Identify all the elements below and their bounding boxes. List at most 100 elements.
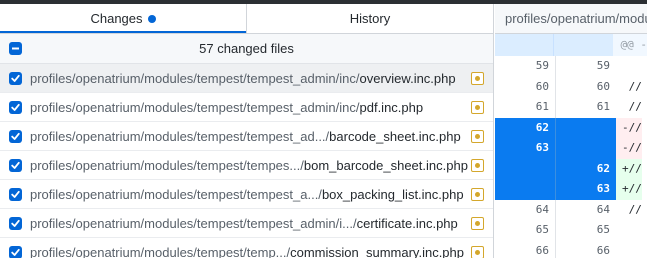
diff-line[interactable]: 63 -// [495, 138, 647, 159]
tab-changes[interactable]: Changes [0, 4, 246, 33]
file-row[interactable]: profiles/openatrium/modules/tempest/temp… [0, 180, 493, 209]
diff-line[interactable]: 62 +// [495, 158, 647, 179]
file-directory: profiles/openatrium/modules/tempest/temp… [30, 128, 330, 144]
minus-icon [12, 47, 19, 50]
diff-lines: 59 59 60 60 //61 61 //62 -//63 -//62 +//63 +//64… [495, 56, 647, 258]
diff-line-code: // [622, 100, 642, 113]
changed-files-header: 57 changed files [0, 34, 493, 64]
checkmark-icon [11, 219, 20, 227]
diff-line-code: // [622, 202, 642, 216]
old-line-number[interactable] [495, 179, 555, 200]
modified-status-icon [471, 101, 484, 114]
old-line-number[interactable]: 66 [495, 241, 555, 258]
file-row[interactable]: profiles/openatrium/modules/tempest/temp… [0, 93, 493, 122]
file-directory: profiles/openatrium/modules/tempest/temp… [30, 244, 291, 258]
modified-status-icon [471, 130, 484, 143]
tab-history[interactable]: History [246, 4, 493, 33]
file-checkbox[interactable] [9, 158, 22, 172]
modified-status-icon [471, 246, 484, 258]
file-checkbox[interactable] [9, 71, 22, 85]
diff-line[interactable]: 66 66 [495, 240, 647, 258]
file-name: barcode_sheet.inc.php [329, 128, 461, 144]
checkmark-icon [11, 132, 20, 140]
old-line-number[interactable]: 62 [495, 117, 555, 138]
tab-changes-label: Changes [90, 11, 143, 26]
file-checkbox[interactable] [9, 245, 22, 258]
file-checkbox[interactable] [9, 187, 22, 201]
diff-line-code [616, 56, 622, 77]
tab-history-label: History [349, 11, 391, 26]
file-name: bom_barcode_sheet.inc.php [303, 157, 468, 173]
diff-line-code [616, 241, 622, 258]
new-line-number[interactable]: 65 [555, 220, 616, 241]
diff-line[interactable]: 63 +// [495, 179, 647, 200]
new-line-number[interactable]: 63 [555, 179, 616, 200]
file-list: profiles/openatrium/modules/tempest/temp… [0, 64, 493, 258]
modified-status-icon [471, 217, 484, 230]
old-line-number[interactable]: 65 [495, 220, 555, 241]
new-line-number[interactable]: 64 [555, 199, 616, 220]
file-name: commission_summary.inc.php [290, 244, 464, 258]
new-line-number[interactable]: 66 [555, 240, 616, 258]
new-line-number[interactable] [555, 138, 616, 159]
file-path: profiles/openatrium/modules/tempest/temp… [30, 216, 493, 231]
old-line-number[interactable]: 63 [495, 138, 555, 159]
changed-files-count: 57 changed files [199, 41, 294, 56]
new-line-number[interactable]: 61 [555, 97, 616, 118]
new-line-number[interactable]: 59 [555, 56, 616, 77]
diff-line-code: -// [616, 117, 642, 138]
file-directory: profiles/openatrium/modules/tempest/temp… [30, 215, 357, 231]
old-line-number[interactable]: 64 [495, 200, 555, 221]
file-path: profiles/openatrium/modules/tempest/temp… [30, 129, 493, 144]
modified-status-icon [471, 188, 484, 201]
file-directory: profiles/openatrium/modules/tempest/temp… [30, 186, 322, 202]
checkmark-icon [11, 190, 20, 198]
modified-status-icon [471, 159, 484, 172]
checkmark-icon [11, 103, 20, 111]
hunk-gutter-old [495, 34, 554, 56]
file-name: pdf.inc.php [359, 99, 424, 115]
diff-line[interactable]: 59 59 [495, 56, 647, 77]
old-line-number[interactable]: 59 [495, 56, 555, 77]
file-path: profiles/openatrium/modules/tempest/temp… [30, 158, 493, 173]
diff-line-code: +// [616, 158, 642, 179]
file-row[interactable]: profiles/openatrium/modules/tempest/temp… [0, 122, 493, 151]
file-checkbox[interactable] [9, 100, 22, 114]
old-line-number[interactable] [495, 158, 555, 179]
file-path: profiles/openatrium/modules/tempest/temp… [30, 71, 493, 86]
diff-line[interactable]: 65 65 [495, 220, 647, 241]
diff-line[interactable]: 62 -// [495, 117, 647, 138]
file-checkbox[interactable] [9, 216, 22, 230]
tab-bar: Changes History [0, 4, 493, 34]
hunk-header-text: @@ - [620, 38, 647, 51]
checkmark-icon [11, 248, 20, 256]
file-checkbox[interactable] [9, 129, 22, 143]
old-line-number[interactable]: 60 [495, 77, 555, 98]
old-line-number[interactable]: 61 [495, 97, 555, 118]
file-name: overview.inc.php [359, 70, 456, 86]
file-row[interactable]: profiles/openatrium/modules/tempest/temp… [0, 238, 493, 258]
select-all-checkbox[interactable] [9, 42, 22, 55]
new-line-number[interactable] [555, 117, 616, 138]
new-line-number[interactable]: 62 [555, 158, 616, 179]
diff-line[interactable]: 61 61 // [495, 97, 647, 118]
diff-line-code [616, 220, 622, 241]
diff-panel: profiles/openatrium/modu @@ - 59 59 60 60 /… [495, 4, 647, 258]
file-name: box_packing_list.inc.php [321, 186, 464, 202]
file-row[interactable]: profiles/openatrium/modules/tempest/temp… [0, 209, 493, 238]
diff-line-code: // [622, 79, 642, 93]
new-line-number[interactable]: 60 [555, 76, 616, 97]
diff-line[interactable]: 60 60 // [495, 76, 647, 98]
file-row[interactable]: profiles/openatrium/modules/tempest/temp… [0, 64, 493, 93]
file-directory: profiles/openatrium/modules/tempest/temp… [30, 99, 360, 115]
file-row[interactable]: profiles/openatrium/modules/tempest/temp… [0, 151, 493, 180]
file-path: profiles/openatrium/modules/tempest/temp… [30, 187, 493, 202]
checkmark-icon [11, 161, 20, 169]
diff-line[interactable]: 64 64 // [495, 199, 647, 221]
file-path: profiles/openatrium/modules/tempest/temp… [30, 100, 493, 115]
diff-file-path: profiles/openatrium/modu [495, 4, 647, 34]
hunk-gutter-new [553, 34, 613, 56]
file-path: profiles/openatrium/modules/tempest/temp… [30, 245, 493, 258]
hunk-header: @@ - [495, 34, 647, 56]
file-name: certificate.inc.php [356, 215, 458, 231]
